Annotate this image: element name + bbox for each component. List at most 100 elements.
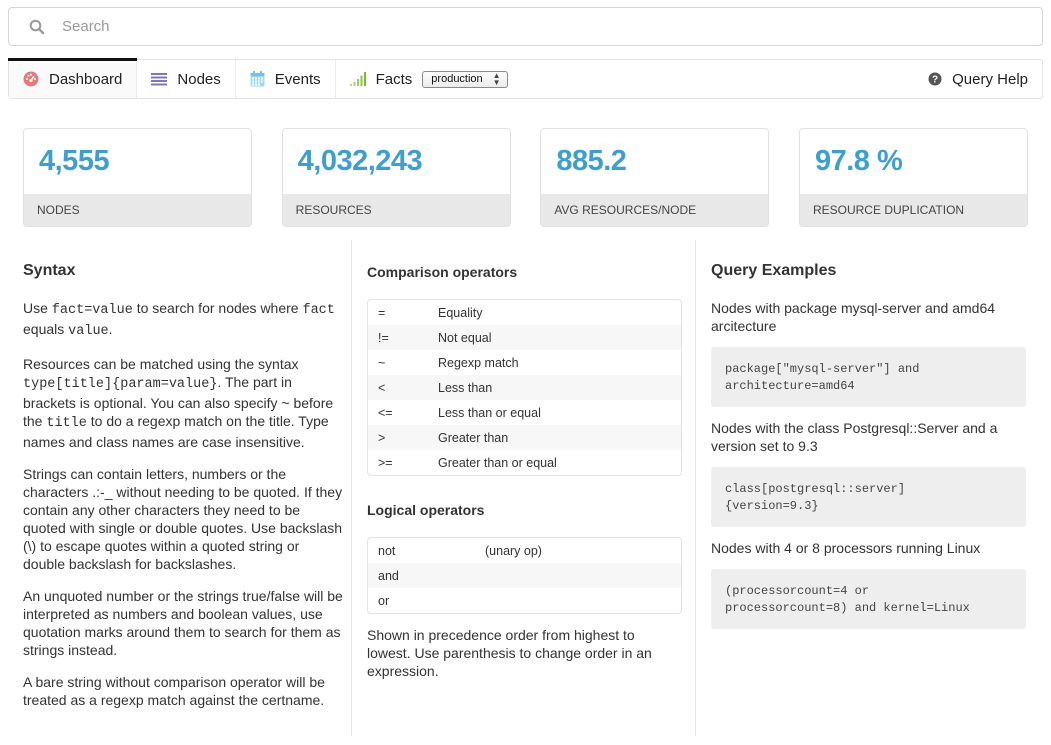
main-nav: Dashboard Nodes Events Facts production …: [7, 58, 1043, 99]
example-code: package["mysql-server"] and architecture…: [711, 347, 1026, 407]
code: type[title]{param=value}: [23, 377, 218, 392]
operator: >: [378, 430, 386, 445]
operator: !=: [378, 330, 389, 345]
query-examples-section: Query Examples Nodes with package mysql-…: [711, 240, 1026, 745]
column-divider: [351, 240, 352, 736]
tab-label: Facts: [375, 70, 413, 88]
stat-value: 97.8 %: [814, 145, 903, 177]
text: to search for nodes where: [132, 300, 303, 316]
stat-value: 4,555: [39, 145, 110, 177]
operator-description: Regexp match: [438, 355, 519, 370]
query-help-label: Query Help: [952, 70, 1028, 88]
table-row: > Greater than: [368, 425, 681, 450]
stat-label: RESOURCE DUPLICATION: [799, 194, 1027, 226]
table-row: < Less than: [368, 375, 681, 400]
operator-description: Less than: [438, 380, 493, 395]
precedence-note: Shown in precedence order from highest t…: [367, 627, 652, 679]
table-row: <= Less than or equal: [368, 400, 681, 425]
column-divider: [695, 240, 696, 736]
table-row: != Not equal: [368, 325, 681, 350]
stat-card-nodes: 4,555 NODES: [23, 128, 252, 227]
stats-row: 4,555 NODES 4,032,243 RESOURCES 885.2 AV…: [23, 128, 1028, 227]
text: Resources can be matched using the synta…: [23, 356, 299, 372]
code: title: [46, 416, 87, 431]
syntax-paragraph: Use fact=value to search for nodes where…: [23, 299, 343, 341]
example-code: class[postgresql::server] {version=9.3}: [711, 467, 1026, 527]
query-examples-title: Query Examples: [711, 262, 837, 279]
table-row: and: [368, 563, 681, 588]
operator: =: [378, 305, 386, 320]
list-icon: [151, 72, 168, 86]
operators-section: Comparison operators = Equality != Not equ…: [367, 240, 682, 745]
logical-operators-title: Logical operators: [367, 502, 485, 518]
stat-card-avg-resources: 885.2 AVG RESOURCES/NODE: [540, 128, 770, 227]
query-help-link[interactable]: ? Query Help: [928, 60, 1042, 98]
operator: not: [378, 543, 396, 558]
example-code: (processorcount=4 or processorcount=8) a…: [711, 569, 1026, 629]
operator: ~: [378, 355, 386, 370]
search-bar: [8, 7, 1043, 46]
example-code-text: package["mysql-server"] and architecture…: [725, 361, 920, 393]
tab-label: Nodes: [177, 70, 221, 88]
search-input[interactable]: [62, 8, 1042, 45]
tab-nodes[interactable]: Nodes: [137, 60, 236, 98]
tab-facts[interactable]: Facts: [336, 60, 423, 98]
operator: <: [378, 380, 386, 395]
operator: <=: [378, 405, 393, 420]
signal-bars-icon: [349, 72, 366, 86]
svg-text:?: ?: [932, 75, 938, 86]
search-icon: [29, 19, 45, 35]
stat-label: NODES: [24, 194, 251, 226]
table-row: = Equality: [368, 300, 681, 325]
operator-description: Equality: [438, 305, 483, 320]
operator-description: (unary op): [485, 543, 542, 558]
calendar-icon: [250, 71, 265, 87]
stat-value: 4,032,243: [297, 145, 423, 177]
stat-label: RESOURCES: [282, 194, 510, 226]
example-code-text: class[postgresql::server] {version=9.3}: [725, 481, 906, 513]
text: equals: [23, 321, 69, 337]
environment-select-value: production: [431, 73, 483, 85]
tab-label: Dashboard: [49, 70, 123, 88]
stat-card-resources: 4,032,243 RESOURCES: [281, 128, 511, 227]
code: fact: [302, 303, 335, 318]
table-row: or: [368, 588, 681, 613]
operator: and: [378, 568, 399, 583]
operator-description: Greater than: [438, 430, 509, 445]
syntax-paragraph: Strings can contain letters, numbers or …: [23, 466, 343, 572]
logical-operators-table: not (unary op) and or: [367, 537, 682, 614]
operator: or: [378, 593, 390, 608]
code: value: [68, 324, 109, 339]
operator-description: Greater than or equal: [438, 455, 557, 470]
example-description: Nodes with package mysql-server and amd6…: [711, 300, 996, 334]
text: .: [108, 321, 113, 337]
syntax-paragraph: A bare string without comparison operato…: [23, 674, 325, 708]
syntax-paragraph: Resources can be matched using the synta…: [23, 355, 343, 451]
select-arrows-icon: ▲ ▼: [492, 71, 501, 87]
table-row: >= Greater than or equal: [368, 450, 681, 475]
table-row: ~ Regexp match: [368, 350, 681, 375]
stat-label: AVG RESOURCES/NODE: [541, 194, 769, 226]
syntax-paragraph: An unquoted number or the strings true/f…: [23, 588, 343, 658]
code: fact=value: [51, 303, 133, 318]
tab-events[interactable]: Events: [236, 60, 336, 98]
operator: >=: [378, 455, 393, 470]
text: Use: [23, 300, 52, 316]
table-row: not (unary op): [368, 538, 681, 563]
environment-select[interactable]: production ▲ ▼: [422, 70, 508, 88]
stat-card-resource-duplication: 97.8 % RESOURCE DUPLICATION: [798, 128, 1028, 227]
comparison-operators-table: = Equality != Not equal ~ Regexp match < Les…: [367, 299, 682, 476]
question-circle-icon: ?: [928, 72, 942, 86]
tab-dashboard[interactable]: Dashboard: [7, 58, 138, 98]
syntax-title: Syntax: [23, 262, 76, 279]
comparison-operators-title: Comparison operators: [367, 264, 518, 280]
tab-label: Events: [274, 70, 321, 88]
syntax-section: Syntax Use fact=value to search for node…: [23, 240, 343, 745]
operator-description: Less than or equal: [438, 405, 541, 420]
stat-value: 885.2: [556, 145, 627, 177]
example-description: Nodes with the class Postgresql::Server …: [711, 420, 998, 454]
operator-description: Not equal: [438, 330, 492, 345]
example-code-text: (processorcount=4 or processorcount=8) a…: [725, 583, 970, 615]
example-description: Nodes with 4 or 8 processors running Lin…: [711, 540, 981, 556]
